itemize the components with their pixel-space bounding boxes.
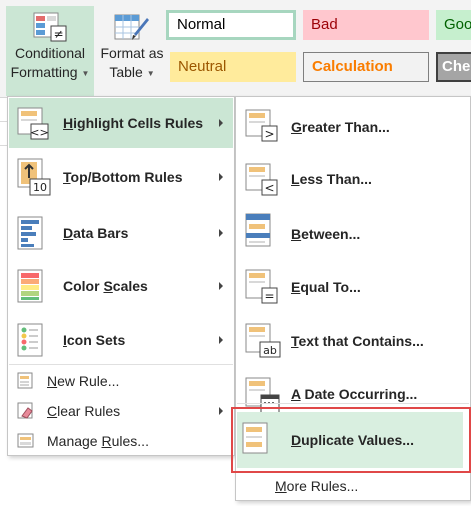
ribbon: ≠ Conditional Formatting ▼ Format as Tab… [0, 0, 471, 98]
menu-item-data-bars[interactable]: Data Bars [9, 208, 233, 258]
submenu-arrow-icon [219, 336, 223, 344]
more-rules-mnemonic: M [275, 478, 287, 494]
conditional-formatting-label-line2: Formatting [10, 64, 78, 80]
svg-text:>: > [264, 127, 274, 141]
conditional-formatting-label-line1: Conditional [14, 45, 86, 61]
submenu-arrow-icon [219, 229, 223, 237]
submenu-arrow-icon [219, 282, 223, 290]
between-label: etween... [301, 226, 361, 242]
chevron-down-icon: ▼ [81, 68, 90, 78]
icon-sets-label: con Sets [66, 332, 126, 348]
new-rule-icon [17, 372, 33, 389]
menu-item-text-that-contains[interactable]: ab Text that Contains... [237, 315, 469, 367]
equal-to-label: qual To... [300, 279, 361, 295]
duplicate-values-callout [231, 407, 471, 473]
format-as-table-label-line1: Format as [100, 45, 164, 61]
conditional-formatting-icon: ≠ [33, 12, 67, 42]
text-that-contains-mnemonic: T [291, 333, 299, 349]
between-icon [245, 213, 271, 247]
svg-text:10: 10 [33, 181, 47, 194]
menu-item-manage-rules[interactable]: Manage Rules... [9, 428, 233, 454]
top-bottom-rules-icon: 10 [17, 158, 51, 196]
top-bottom-rules-mnemonic: T [63, 169, 71, 185]
data-bars-label: ata Bars [73, 225, 129, 241]
highlight-cells-rules-icon: <> [17, 107, 49, 140]
menu-item-clear-rules[interactable]: Clear Rules [9, 398, 233, 424]
eraser-icon [17, 402, 33, 419]
format-as-table-icon [114, 14, 149, 40]
a-date-occurring-mnemonic: A [291, 386, 301, 402]
manage-rules-icon [17, 433, 34, 448]
new-rule-mnemonic: N [47, 373, 58, 389]
menu-item-highlight-cells-rules[interactable]: <> Highlight Cells Rules [9, 98, 233, 148]
style-good[interactable]: Goo [436, 10, 471, 40]
style-bad[interactable]: Bad [303, 10, 429, 40]
text-contains-icon: ab [245, 323, 281, 358]
clear-rules-label: lear Rules [57, 403, 121, 419]
menu-item-less-than[interactable]: < Less Than... [237, 153, 469, 205]
menu-item-equal-to[interactable]: = Equal To... [237, 261, 469, 313]
data-bars-icon [17, 216, 43, 250]
menu-item-greater-than[interactable]: > Greater Than... [237, 99, 469, 151]
color-scales-mnemonic: S [103, 278, 113, 294]
data-bars-mnemonic: D [63, 225, 74, 241]
svg-text:ab: ab [263, 344, 277, 357]
style-calculation[interactable]: Calculation [303, 52, 429, 82]
color-scales-icon [17, 269, 43, 303]
submenu-arrow-icon [219, 119, 223, 127]
format-as-table-button[interactable]: Format as Table ▼ [97, 6, 167, 96]
more-rules-label: ore Rules... [286, 478, 359, 494]
color-scales-label: cales [112, 278, 148, 294]
svg-text:≠: ≠ [53, 27, 63, 41]
greater-than-mnemonic: G [291, 119, 302, 135]
manage-rules-mnemonic: R [101, 433, 112, 449]
a-date-occurring-label: Date Occurring... [300, 386, 418, 402]
less-than-label: ess Than... [299, 171, 372, 187]
svg-text:<>: <> [30, 126, 48, 139]
top-bottom-rules-label: op/Bottom Rules [70, 169, 183, 185]
less-than-mnemonic: L [291, 171, 300, 187]
between-mnemonic: B [291, 226, 302, 242]
greater-than-icon: > [245, 109, 278, 142]
svg-text:=: = [264, 289, 274, 303]
submenu-arrow-icon [219, 173, 223, 181]
color-scales-prefix: Color [63, 278, 104, 294]
new-rule-label: ew Rule... [57, 373, 120, 389]
clear-rules-mnemonic: C [47, 403, 58, 419]
menu-item-icon-sets[interactable]: Icon Sets [9, 315, 233, 365]
equal-to-mnemonic: E [291, 279, 301, 295]
highlight-cells-rules-mnemonic: H [63, 115, 74, 131]
style-normal[interactable]: Normal [166, 10, 296, 40]
greater-than-label: reater Than... [301, 119, 390, 135]
manage-rules-prefix: Manage [47, 433, 102, 449]
svg-text:<: < [264, 181, 274, 195]
manage-rules-label: ules... [111, 433, 149, 449]
less-than-icon: < [245, 163, 278, 196]
highlight-cells-rules-label: ighlight Cells Rules [73, 115, 204, 131]
submenu-arrow-icon [219, 407, 223, 415]
menu-item-top-bottom-rules[interactable]: 10 Top/Bottom Rules [9, 152, 233, 202]
menu-item-color-scales[interactable]: Color Scales [9, 261, 233, 311]
menu-item-new-rule[interactable]: New Rule... [9, 368, 233, 394]
menu-item-between[interactable]: Between... [237, 207, 469, 259]
conditional-formatting-menu: <> Highlight Cells Rules 10 Top/Bottom R… [7, 96, 235, 456]
format-as-table-label-line2: Table [109, 64, 143, 80]
equal-to-icon: = [245, 269, 278, 304]
style-check-cell[interactable]: Che [436, 52, 471, 82]
menu-separator [237, 403, 469, 404]
icon-sets-icon [17, 323, 43, 357]
chevron-down-icon: ▼ [146, 68, 155, 78]
cell-styles-gallery: Normal Bad Goo Neutral Calculation Che [166, 8, 471, 88]
menu-item-more-rules[interactable]: More Rules... [237, 473, 469, 499]
text-that-contains-label: ext that Contains... [298, 333, 424, 349]
style-neutral[interactable]: Neutral [170, 52, 296, 82]
conditional-formatting-button[interactable]: ≠ Conditional Formatting ▼ [6, 6, 94, 96]
menu-separator [9, 364, 233, 365]
